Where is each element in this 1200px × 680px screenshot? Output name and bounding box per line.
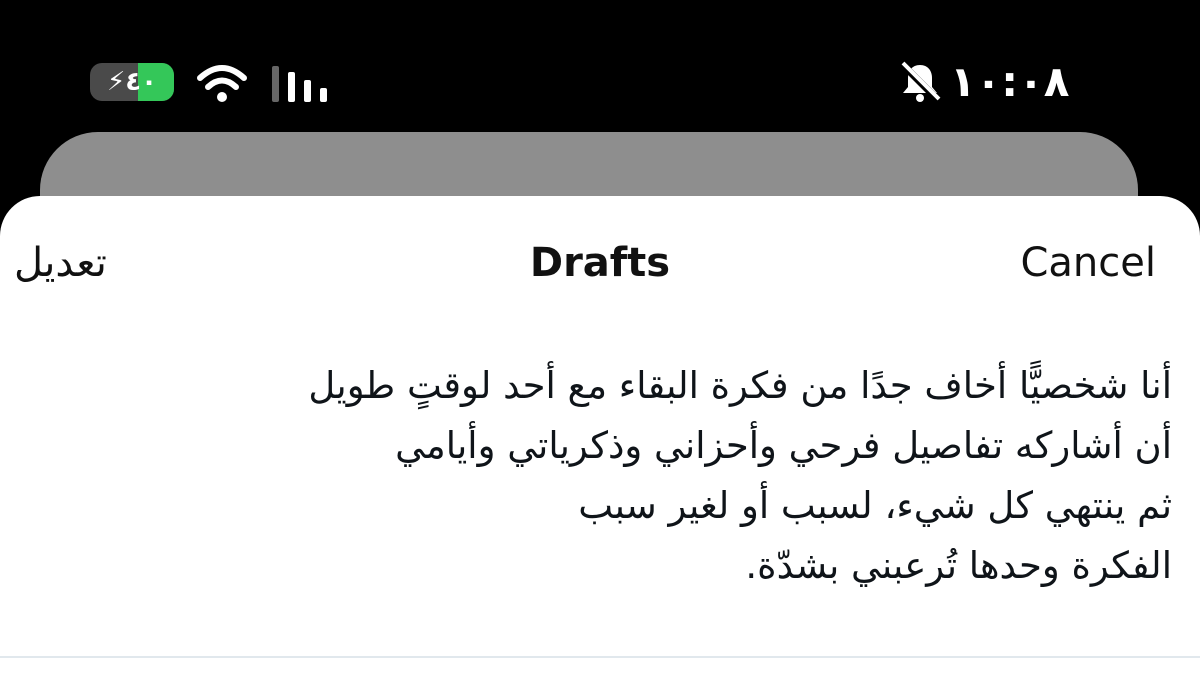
draft-list-item[interactable]: أنا شخصيًّا أخاف جدًا من فكرة البقاء مع … (0, 356, 1200, 656)
cellular-signal-icon (272, 66, 327, 102)
cancel-button[interactable]: Cancel (1020, 240, 1156, 286)
status-time: ١٠:٠٨ (950, 57, 1070, 106)
wifi-icon (197, 65, 247, 102)
divider (0, 656, 1200, 658)
draft-text: أنا شخصيًّا أخاف جدًا من فكرة البقاء مع … (308, 364, 1172, 587)
drafts-sheet: تعديل Drafts Cancel أنا شخصيًّا أخاف جدً… (0, 196, 1200, 680)
silent-bell-icon (899, 61, 941, 103)
battery-level-value: ٤٠ (125, 67, 157, 97)
page-title: Drafts (529, 240, 671, 286)
charging-bolt-icon: ⚡ (106, 67, 126, 97)
battery-charging-icon: ⚡ ٤٠ (90, 63, 174, 101)
edit-button[interactable]: تعديل (14, 240, 107, 286)
battery-level: ⚡ ٤٠ (90, 63, 174, 101)
status-bar: ⚡ ٤٠ ١٠:٠٨ (0, 0, 1200, 150)
